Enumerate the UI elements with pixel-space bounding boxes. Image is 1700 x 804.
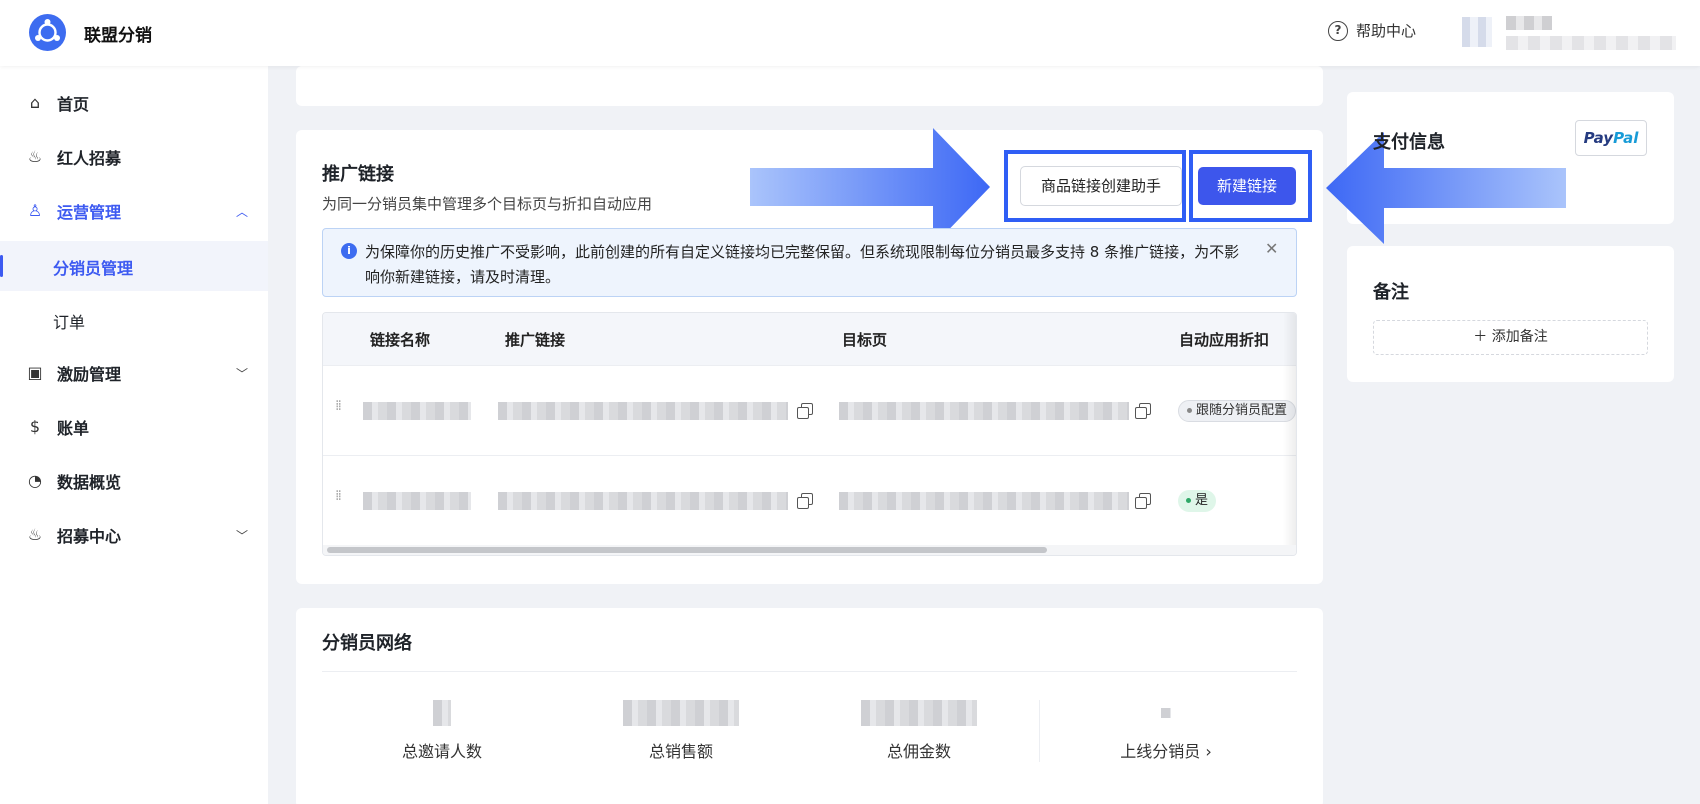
sidebar-item-label: 首页 xyxy=(57,95,90,114)
promo-links-title: 推广链接 xyxy=(322,164,394,185)
stat-value-redacted xyxy=(433,700,451,726)
chevron-down-icon: ﹀ xyxy=(236,528,249,543)
table-row: ⁞⁞ 跟随分销员配置 xyxy=(323,365,1296,455)
copy-icon[interactable] xyxy=(1135,493,1151,509)
payment-info-title: 支付信息 xyxy=(1373,132,1445,153)
help-center-link[interactable]: ? 帮助中心 xyxy=(1328,20,1416,41)
avatar[interactable] xyxy=(1462,17,1492,47)
fire-icon: ♨ xyxy=(27,147,43,166)
stat-label: 总销售额 xyxy=(648,742,713,761)
sidebar-item-incentives[interactable]: ▣ 激励管理 ﹀ xyxy=(0,346,268,400)
sidebar-item-data-overview[interactable]: ◔ 数据概览 xyxy=(0,454,268,508)
sidebar-item-label: 激励管理 xyxy=(57,365,122,384)
promo-links-subtitle: 为同一分销员集中管理多个目标页与折扣自动应用 xyxy=(322,195,653,213)
stat-total-invites: 总邀请人数 xyxy=(342,700,542,762)
table-header: 链接名称 推广链接 目标页 自动应用折扣 xyxy=(323,313,1296,365)
horizontal-scrollbar[interactable] xyxy=(323,545,1296,555)
link-name-redacted xyxy=(363,492,471,510)
drag-handle-icon[interactable]: ⁞⁞ xyxy=(335,398,342,414)
highlight-box-new-link xyxy=(1189,150,1312,222)
chevron-up-icon: ︿ xyxy=(236,204,249,219)
stat-value-redacted xyxy=(1161,708,1171,718)
sidebar: ⌂ 首页 ♨ 红人招募 ♙ 运营管理 ︿ 分销员管理 订单 ▣ 激励管理 ﹀ $… xyxy=(0,66,268,804)
app-logo-icon xyxy=(29,14,66,51)
stat-upline-distributor[interactable]: 上线分销员 › xyxy=(1066,700,1266,762)
user-email-redacted xyxy=(1506,36,1676,50)
top-card xyxy=(296,66,1323,106)
home-icon: ⌂ xyxy=(29,93,41,112)
drag-handle-icon[interactable]: ⁞⁞ xyxy=(335,488,342,504)
sidebar-item-label: 订单 xyxy=(53,313,86,332)
close-icon[interactable]: ✕ xyxy=(1265,239,1278,258)
stat-total-sales: 总销售额 xyxy=(581,700,781,762)
arrow-left-annotation xyxy=(1326,132,1566,244)
note-title: 备注 xyxy=(1373,282,1409,303)
target-page-redacted xyxy=(839,492,1129,510)
user-name-redacted xyxy=(1506,16,1552,30)
stat-label: 总邀请人数 xyxy=(401,742,482,761)
sidebar-item-label: 红人招募 xyxy=(57,149,122,168)
fire-icon: ♨ xyxy=(27,525,43,544)
wallet-icon: ▣ xyxy=(27,363,43,382)
bill-icon: $ xyxy=(29,417,41,436)
stat-label: 总佣金数 xyxy=(886,742,951,761)
copy-icon[interactable] xyxy=(797,493,813,509)
sidebar-item-home[interactable]: ⌂ 首页 xyxy=(0,76,268,130)
user-icon: ♙ xyxy=(27,201,43,220)
note-card xyxy=(1347,246,1674,382)
stat-value-redacted xyxy=(623,700,739,726)
column-header: 推广链接 xyxy=(505,331,566,349)
table-row: ⁞⁞ 是 xyxy=(323,455,1296,545)
column-header: 链接名称 xyxy=(370,331,431,349)
column-header: 目标页 xyxy=(842,331,888,349)
highlight-box-helper xyxy=(1004,150,1186,222)
sidebar-item-influencer-recruit[interactable]: ♨ 红人招募 xyxy=(0,130,268,184)
chevron-down-icon: ﹀ xyxy=(236,366,249,381)
link-name-redacted xyxy=(363,402,471,420)
help-center-label: 帮助中心 xyxy=(1356,22,1417,40)
distributor-network-title: 分销员网络 xyxy=(322,633,412,654)
sidebar-item-label: 招募中心 xyxy=(57,527,122,546)
copy-icon[interactable] xyxy=(1135,403,1151,419)
sidebar-item-distributor-management[interactable]: 分销员管理 xyxy=(0,241,268,291)
sidebar-item-operations[interactable]: ♙ 运营管理 ︿ xyxy=(0,184,268,238)
app-title: 联盟分销 xyxy=(84,26,152,46)
promo-link-redacted xyxy=(498,402,788,420)
pie-chart-icon: ◔ xyxy=(28,471,42,490)
stat-total-commission: 总佣金数 xyxy=(819,700,1019,762)
divider xyxy=(1039,700,1040,762)
divider xyxy=(322,671,1297,672)
info-icon: i xyxy=(341,243,357,259)
copy-icon[interactable] xyxy=(797,403,813,419)
sidebar-item-orders[interactable]: 订单 xyxy=(0,295,268,345)
sidebar-item-label: 分销员管理 xyxy=(53,259,134,278)
links-table: 链接名称 推广链接 目标页 自动应用折扣 ⁞⁞ 跟随分销员配置 ⁞⁞ 是 xyxy=(322,312,1297,556)
target-page-redacted xyxy=(839,402,1129,420)
sidebar-item-bills[interactable]: $ 账单 xyxy=(0,400,268,454)
column-header: 自动应用折扣 xyxy=(1179,331,1270,349)
fixed-column-shadow xyxy=(1283,313,1296,545)
info-alert: i 为保障你的历史推广不受影响，此前创建的所有自定义链接均已完整保留。但系统现限… xyxy=(322,228,1297,297)
sidebar-item-label: 运营管理 xyxy=(57,203,122,222)
alert-text: 为保障你的历史推广不受影响，此前创建的所有自定义链接均已完整保留。但系统现限制每… xyxy=(365,243,1240,286)
question-circle-icon: ? xyxy=(1328,20,1348,41)
top-bar: 联盟分销 ? 帮助中心 xyxy=(0,0,1700,66)
status-badge: 是 xyxy=(1178,490,1217,512)
promo-link-redacted xyxy=(498,492,788,510)
scrollbar-thumb[interactable] xyxy=(327,547,1047,553)
add-note-button[interactable]: ＋ 添加备注 xyxy=(1373,320,1648,355)
stat-label[interactable]: 上线分销员 › xyxy=(1066,738,1266,762)
stat-value-redacted xyxy=(861,700,977,726)
paypal-logo: PayPal xyxy=(1575,120,1647,156)
sidebar-item-recruit-center[interactable]: ♨ 招募中心 ﹀ xyxy=(0,508,268,562)
sidebar-item-label: 数据概览 xyxy=(57,473,122,492)
sidebar-item-label: 账单 xyxy=(57,419,90,438)
status-badge: 跟随分销员配置 xyxy=(1178,400,1296,422)
